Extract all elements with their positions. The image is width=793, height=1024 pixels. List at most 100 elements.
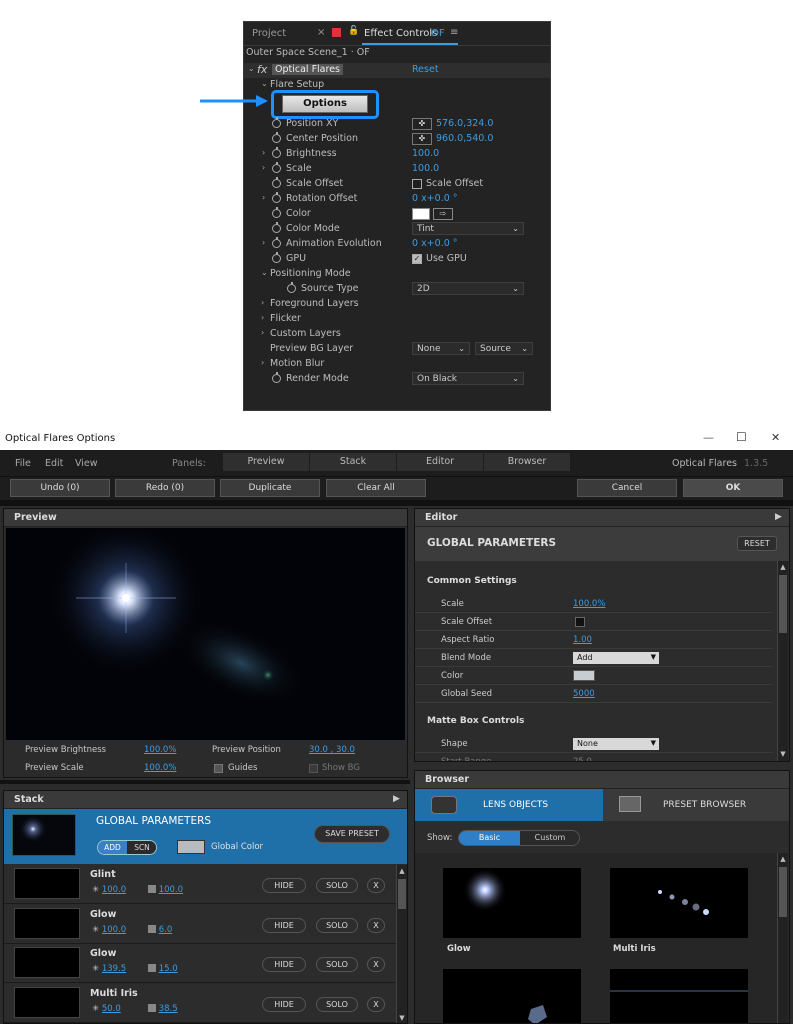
effect-name[interactable]: Optical Flares bbox=[272, 64, 343, 75]
editor-row[interactable]: Start Range 25.0 bbox=[415, 753, 773, 761]
editor-value[interactable]: 25.0 bbox=[573, 757, 592, 761]
minimize-icon[interactable]: — bbox=[703, 431, 714, 444]
ae-row-positioning-mode[interactable]: ⌄ Positioning Mode bbox=[244, 267, 550, 282]
save-preset-button[interactable]: SAVE PRESET bbox=[314, 825, 390, 843]
solo-button[interactable]: SOLO bbox=[316, 996, 358, 1012]
hide-button[interactable]: HIDE bbox=[262, 878, 306, 893]
ae-row-value[interactable]: 100.0 bbox=[412, 148, 439, 159]
solo-button[interactable]: SOLO bbox=[316, 917, 358, 933]
panel-tab-stack[interactable]: Stack bbox=[310, 453, 396, 471]
browser-thumb-multi-iris[interactable] bbox=[610, 868, 748, 938]
tab-lens-objects[interactable]: LENS OBJECTS bbox=[415, 789, 603, 821]
tab-effect-controls[interactable]: Effect Controls bbox=[364, 28, 437, 39]
stack-row[interactable]: Glow ✳ 139.5 15.0 HIDE SOLO X bbox=[4, 944, 396, 983]
ae-row-custom-layers[interactable]: › Custom Layers bbox=[244, 327, 550, 342]
browser-thumb[interactable] bbox=[610, 969, 748, 1023]
editor-value[interactable]: 5000 bbox=[573, 689, 595, 699]
redo-button[interactable]: Redo (0) bbox=[115, 479, 215, 497]
ae-row-value[interactable]: 960.0,540.0 bbox=[436, 133, 493, 144]
remove-button[interactable]: X bbox=[367, 878, 385, 893]
brightness-field[interactable]: ✳ 139.5 bbox=[92, 964, 126, 974]
ae-row-brightness[interactable]: › Brightness 100.0 bbox=[244, 147, 550, 162]
effect-header-row[interactable]: ⌄ fx Optical Flares Reset bbox=[244, 63, 550, 78]
editor-row[interactable]: Global Seed 5000 bbox=[415, 685, 773, 703]
chevron-right-icon[interactable]: › bbox=[262, 193, 265, 202]
ae-row-color[interactable]: Color ⇨ bbox=[244, 207, 550, 222]
chevron-right-icon[interactable]: › bbox=[261, 358, 264, 367]
panel-expand-icon[interactable]: ▶ bbox=[775, 512, 782, 522]
hide-button[interactable]: HIDE bbox=[262, 957, 306, 972]
preview-position-value[interactable]: 30.0 , 30.0 bbox=[309, 745, 355, 755]
stopwatch-icon[interactable] bbox=[272, 222, 281, 233]
ok-button[interactable]: OK bbox=[683, 479, 783, 497]
menu-file[interactable]: File bbox=[15, 458, 31, 469]
panel-tab-browser[interactable]: Browser bbox=[484, 453, 570, 471]
stack-global-row[interactable]: GLOBAL PARAMETERS ADD SCN Global Color S… bbox=[4, 809, 407, 864]
stack-row[interactable]: Glow ✳ 100.0 6.0 HIDE SOLO X bbox=[4, 904, 396, 944]
chevron-down-icon[interactable]: ⌄ bbox=[248, 64, 255, 73]
stopwatch-icon[interactable] bbox=[272, 207, 281, 218]
scroll-down-icon[interactable]: ▼ bbox=[778, 749, 788, 759]
crosshair-icon[interactable]: ✜ bbox=[412, 118, 432, 130]
filter-custom[interactable]: Custom bbox=[520, 831, 579, 845]
panel-expand-icon[interactable]: ▶ bbox=[393, 794, 400, 804]
editor-row[interactable]: Scale Offset bbox=[415, 613, 773, 631]
tab-project[interactable]: Project bbox=[252, 28, 286, 39]
remove-button[interactable]: X bbox=[367, 917, 385, 933]
chevron-right-icon[interactable]: › bbox=[262, 163, 265, 172]
checkbox[interactable] bbox=[412, 179, 422, 189]
menu-view[interactable]: View bbox=[75, 458, 98, 469]
ae-row-value[interactable]: 0 x+0.0 ° bbox=[412, 193, 458, 204]
stack-row[interactable]: Multi Iris ✳ 50.0 38.5 HIDE SOLO X bbox=[4, 983, 396, 1023]
preview-scale-value[interactable]: 100.0% bbox=[144, 763, 176, 773]
ae-row-dropdown[interactable]: On Black ⌄ bbox=[412, 372, 524, 385]
ae-row-value[interactable]: 100.0 bbox=[412, 163, 439, 174]
scroll-down-icon[interactable]: ▼ bbox=[397, 1013, 407, 1023]
chevron-down-icon[interactable]: ⌄ bbox=[261, 79, 268, 88]
tab-close-icon[interactable]: × bbox=[317, 27, 325, 38]
solo-button[interactable]: SOLO bbox=[316, 878, 358, 893]
browser-thumb-glow[interactable] bbox=[443, 868, 581, 938]
ae-row-rotation-offset[interactable]: › Rotation Offset 0 x+0.0 ° bbox=[244, 192, 550, 207]
stopwatch-icon[interactable] bbox=[272, 132, 281, 143]
crosshair-icon[interactable]: ✜ bbox=[412, 133, 432, 145]
stopwatch-icon[interactable] bbox=[272, 252, 281, 263]
editor-row[interactable]: Scale 100.0% bbox=[415, 595, 773, 613]
brightness-value[interactable]: 139.5 bbox=[102, 964, 126, 974]
scale-field[interactable]: 100.0 bbox=[148, 885, 183, 895]
menu-edit[interactable]: Edit bbox=[45, 458, 63, 469]
stopwatch-icon[interactable] bbox=[287, 282, 296, 293]
browser-scrollbar[interactable]: ▲ bbox=[777, 853, 788, 1023]
stopwatch-icon[interactable] bbox=[272, 192, 281, 203]
ae-row-flicker[interactable]: › Flicker bbox=[244, 312, 550, 327]
editor-row[interactable]: Aspect Ratio 1.00 bbox=[415, 631, 773, 649]
ae-row-dropdown[interactable]: Tint ⌄ bbox=[412, 222, 524, 235]
scroll-up-icon[interactable]: ▲ bbox=[397, 866, 407, 876]
scale-value[interactable]: 6.0 bbox=[159, 925, 173, 935]
brightness-value[interactable]: 100.0 bbox=[102, 885, 126, 895]
ae-row-color-mode[interactable]: Color Mode Tint ⌄ bbox=[244, 222, 550, 237]
color-swatch[interactable] bbox=[412, 208, 430, 220]
editor-scrollbar[interactable]: ▲ ▼ bbox=[777, 561, 788, 761]
brightness-field[interactable]: ✳ 100.0 bbox=[92, 885, 126, 895]
reset-link[interactable]: Reset bbox=[412, 64, 439, 75]
tab-preset-browser[interactable]: PRESET BROWSER bbox=[603, 789, 789, 821]
editor-value[interactable]: 100.0% bbox=[573, 599, 605, 609]
ae-row-position-xy[interactable]: Position XY ✜ 576.0,324.0 bbox=[244, 117, 550, 132]
filter-basic[interactable]: Basic bbox=[459, 831, 520, 845]
scale-field[interactable]: 6.0 bbox=[148, 924, 173, 935]
scale-value[interactable]: 100.0 bbox=[159, 885, 183, 895]
blend-mode-dropdown[interactable]: Add ▼ bbox=[573, 652, 659, 664]
ae-row-gpu[interactable]: GPU ✓ Use GPU bbox=[244, 252, 550, 267]
panel-tab-editor[interactable]: Editor bbox=[397, 453, 483, 471]
ae-row-render-mode[interactable]: Render Mode On Black ⌄ bbox=[244, 372, 550, 387]
stopwatch-icon[interactable] bbox=[272, 177, 281, 188]
scale-value[interactable]: 38.5 bbox=[159, 1004, 178, 1014]
show-filter-toggle[interactable]: Basic Custom bbox=[458, 830, 580, 846]
chevron-right-icon[interactable]: › bbox=[262, 148, 265, 157]
shape-dropdown[interactable]: None ▼ bbox=[573, 738, 659, 750]
stack-scrollbar[interactable]: ▲ ▼ bbox=[396, 865, 407, 1023]
lock-icon[interactable]: 🔓 bbox=[348, 26, 359, 36]
editor-row[interactable]: Shape None ▼ bbox=[415, 735, 773, 753]
ae-row-dropdown-2[interactable]: Source ⌄ bbox=[475, 342, 533, 355]
